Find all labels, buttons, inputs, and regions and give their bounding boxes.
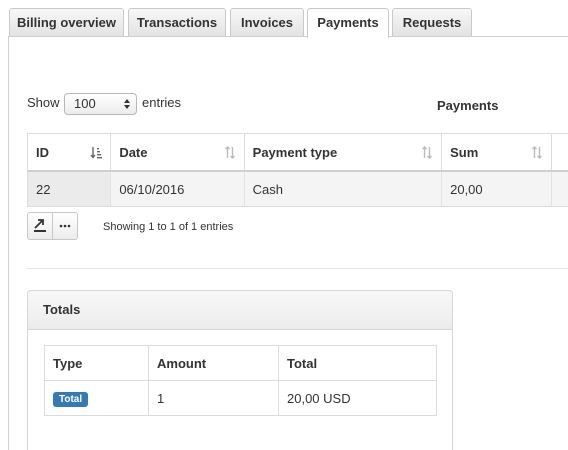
column-header-sum[interactable]: Sum — [441, 133, 552, 172]
sort-both-icon — [224, 146, 235, 159]
totals-column-amount: Amount — [148, 345, 279, 381]
payments-table: ID Date Payment type Sum 22 06/10/2016 C… — [26, 133, 568, 207]
totals-row: Total 1 20,00 USD — [44, 380, 437, 416]
totals-table: Type Amount Total Total 1 20,00 USD — [44, 345, 437, 416]
more-options-button[interactable] — [52, 212, 78, 240]
length-menu-prefix: Show — [27, 95, 60, 110]
export-icon — [34, 219, 46, 232]
column-header-label: ID — [36, 144, 49, 160]
sort-both-icon — [532, 146, 542, 159]
column-header-label: Date — [119, 144, 148, 160]
column-header-extra — [551, 133, 568, 172]
totals-panel: Totals Type Amount Total Total 1 20,00 U… — [27, 290, 453, 450]
cell-sum: 20,00 — [441, 171, 552, 207]
tab-billing-overview[interactable]: Billing overview — [9, 8, 124, 36]
total-badge: Total — [53, 391, 89, 407]
column-header-payment-type[interactable]: Payment type — [244, 133, 443, 172]
cell-id: 22 — [26, 171, 112, 207]
section-divider — [27, 268, 568, 269]
totals-panel-title: Totals — [28, 291, 452, 330]
select-arrows-icon — [124, 99, 130, 109]
cell-date: 06/10/2016 — [110, 171, 245, 207]
column-header-label: Sum — [450, 144, 479, 160]
cell-payment-type: Cash — [244, 171, 443, 207]
tab-invoices[interactable]: Invoices — [230, 8, 304, 36]
tab-requests[interactable]: Requests — [392, 8, 472, 36]
totals-header-row: Type Amount Total — [44, 345, 437, 381]
tab-payments[interactable]: Payments — [307, 8, 389, 38]
sort-ascending-icon — [90, 147, 103, 159]
table-info-text: Showing 1 to 1 of 1 entries — [103, 221, 234, 233]
column-header-id[interactable]: ID — [26, 133, 112, 172]
table-header-row: ID Date Payment type Sum — [26, 133, 568, 172]
page-length-value: 100 — [74, 96, 96, 111]
column-header-label: Payment type — [252, 144, 338, 160]
length-menu-suffix: entries — [142, 95, 182, 110]
tab-bar: Billing overview Transactions Invoices P… — [0, 0, 568, 38]
cell-extra — [551, 171, 568, 207]
totals-column-type: Type — [44, 345, 149, 381]
column-header-date[interactable]: Date — [110, 133, 245, 172]
table-title: Payments — [437, 98, 499, 113]
tab-transactions[interactable]: Transactions — [128, 8, 226, 36]
totals-cell-type: Total — [44, 380, 149, 416]
totals-cell-amount: 1 — [148, 380, 279, 416]
sort-both-icon — [422, 146, 433, 159]
totals-column-total: Total — [278, 345, 437, 381]
more-dots-icon — [59, 224, 71, 228]
totals-cell-total: 20,00 USD — [278, 380, 437, 416]
table-row[interactable]: 22 06/10/2016 Cash 20,00 — [26, 171, 568, 207]
export-button[interactable] — [27, 212, 53, 240]
page-length-select[interactable]: 100 — [64, 93, 137, 115]
